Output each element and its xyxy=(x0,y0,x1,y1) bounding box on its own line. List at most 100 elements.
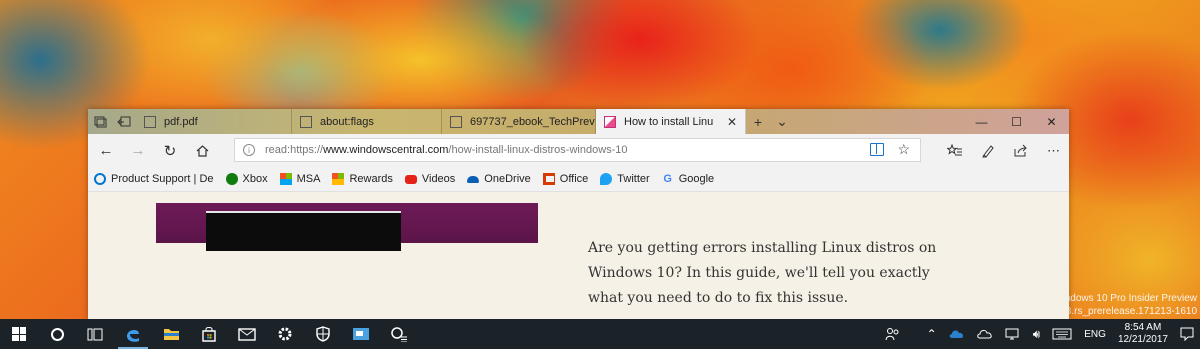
toolbar-right: ⋯ xyxy=(938,134,1069,167)
shield-icon xyxy=(316,326,330,342)
tab-about-flags[interactable]: about:flags xyxy=(292,109,442,134)
taskbar-defender[interactable] xyxy=(304,319,342,349)
show-hidden-icons-chevron-icon[interactable]: ⌃ xyxy=(921,319,943,349)
more-options-icon[interactable]: ⋯ xyxy=(1037,137,1069,165)
tab-label: How to install Linux dist xyxy=(624,115,713,128)
clock[interactable]: 8:54 AM 12/21/2017 xyxy=(1112,319,1174,349)
favorite-google[interactable]: G Google xyxy=(662,173,714,185)
windows-central-icon xyxy=(604,115,616,128)
taskbar-settings[interactable] xyxy=(266,319,304,349)
home-icon[interactable] xyxy=(186,137,218,165)
favorite-label: Product Support | De xyxy=(111,173,214,185)
cloud-tray-icon[interactable] xyxy=(971,319,999,349)
onedrive-tray-icon[interactable] xyxy=(943,319,971,349)
xbox-icon xyxy=(225,173,238,185)
taskbar-remote-app[interactable] xyxy=(342,319,380,349)
favorites-hub-icon[interactable] xyxy=(938,137,971,165)
edge-icon xyxy=(127,330,139,342)
twitter-icon xyxy=(600,173,613,185)
back-arrow-icon[interactable]: ← xyxy=(90,137,122,165)
taskbar-file-explorer[interactable] xyxy=(152,319,190,349)
taskbar-mail[interactable] xyxy=(228,319,266,349)
onedrive-icon xyxy=(467,175,480,183)
clock-time: 8:54 AM xyxy=(1124,322,1162,333)
favorite-onedrive[interactable]: OneDrive xyxy=(467,173,531,185)
page-icon xyxy=(300,115,312,128)
dell-icon xyxy=(94,173,106,185)
cortana-icon xyxy=(50,327,64,341)
url-text: read:https://www.windowscentral.com/how-… xyxy=(265,144,628,156)
article-hero-image xyxy=(156,203,538,251)
info-icon[interactable]: i xyxy=(243,144,255,156)
taskbar-edge[interactable] xyxy=(114,319,152,349)
favorite-label: MSA xyxy=(296,173,321,185)
youtube-icon xyxy=(404,174,417,184)
favorite-xbox[interactable]: Xbox xyxy=(225,173,268,185)
pdf-document-icon xyxy=(450,115,462,128)
taskbar-app-settings[interactable] xyxy=(380,319,418,349)
tab-ebook[interactable]: 697737_ebook_TechPreview xyxy=(442,109,596,134)
tab-active-article[interactable]: How to install Linux dist ✕ xyxy=(596,109,746,134)
reading-view-icon[interactable] xyxy=(870,143,884,156)
task-view-button[interactable] xyxy=(76,319,114,349)
tab-pdf[interactable]: pdf.pdf xyxy=(136,109,292,134)
close-tab-icon[interactable]: ✕ xyxy=(727,115,737,129)
favorite-videos[interactable]: Videos xyxy=(404,173,456,185)
new-tab-icon[interactable]: + xyxy=(746,109,770,134)
favorite-dell[interactable]: Product Support | De xyxy=(94,173,214,185)
cortana-button[interactable] xyxy=(38,319,76,349)
network-icon[interactable] xyxy=(999,319,1027,349)
article-intro-text: Are you getting errors installing Linux … xyxy=(588,240,937,306)
console-window-image xyxy=(206,211,401,251)
google-icon: G xyxy=(663,173,672,185)
tab-bar: pdf.pdf about:flags 697737_ebook_TechPre… xyxy=(88,109,1069,134)
favorite-star-icon[interactable]: ☆ xyxy=(897,141,910,158)
mail-icon xyxy=(238,327,256,341)
favorite-msa[interactable]: MSA xyxy=(279,173,321,185)
people-icon[interactable] xyxy=(879,319,907,349)
store-bag-icon xyxy=(202,327,216,342)
task-view-icon xyxy=(87,328,103,340)
favorite-label: OneDrive xyxy=(484,173,531,185)
favorite-twitter[interactable]: Twitter xyxy=(600,173,650,185)
url-domain: www.windowscentral.com xyxy=(323,144,449,156)
edge-browser-window: pdf.pdf about:flags 697737_ebook_TechPre… xyxy=(88,109,1069,319)
favorite-label: Office xyxy=(559,173,589,185)
gear-icon xyxy=(278,327,292,341)
favorite-rewards[interactable]: Rewards xyxy=(332,173,393,185)
tab-label: 697737_ebook_TechPreview xyxy=(470,115,595,128)
system-tray: ⌃ 🔊︎ ENG 8:54 AM 12/21/2017 xyxy=(879,319,1200,349)
language-indicator[interactable]: ENG xyxy=(1078,319,1112,349)
set-aside-tabs-icon[interactable] xyxy=(88,109,112,134)
app-settings-icon xyxy=(391,327,407,342)
folder-icon xyxy=(163,329,179,340)
share-icon[interactable] xyxy=(1004,137,1037,165)
forward-arrow-icon[interactable]: → xyxy=(122,137,154,165)
windows-logo-icon xyxy=(12,327,26,341)
remote-desktop-icon xyxy=(353,328,369,340)
action-center-icon[interactable] xyxy=(1174,319,1200,349)
start-button[interactable] xyxy=(0,319,38,349)
favorites-bar: Product Support | De Xbox MSA Rewards Vi… xyxy=(88,167,1069,192)
maximize-icon[interactable]: ☐ xyxy=(999,109,1034,134)
close-window-icon[interactable]: ✕ xyxy=(1034,109,1069,134)
url-path: /how-install-linux-distros-windows-10 xyxy=(448,144,628,156)
keyboard-icon[interactable] xyxy=(1046,319,1078,349)
url-prefix: read:https:// xyxy=(265,144,324,156)
favorite-label: Videos xyxy=(421,173,456,185)
favorite-office[interactable]: Office xyxy=(542,173,589,185)
favorite-label: Rewards xyxy=(349,173,393,185)
minimize-icon[interactable]: — xyxy=(964,109,999,134)
restore-tabs-icon[interactable] xyxy=(112,109,136,134)
microsoft-icon xyxy=(332,173,345,185)
web-note-pen-icon[interactable] xyxy=(971,137,1004,165)
volume-icon[interactable]: 🔊︎ xyxy=(1027,319,1047,349)
address-bar[interactable]: i read:https://www.windowscentral.com/ho… xyxy=(234,138,921,162)
tab-preview-chevron-icon[interactable]: ⌄ xyxy=(770,109,794,134)
taskbar-store[interactable] xyxy=(190,319,228,349)
pdf-document-icon xyxy=(144,115,156,128)
navigation-bar: ← → ↻ i read:https://www.windowscentral.… xyxy=(88,134,1069,167)
office-icon xyxy=(542,173,555,185)
refresh-icon[interactable]: ↻ xyxy=(154,137,186,165)
taskbar: ⌃ 🔊︎ ENG 8:54 AM 12/21/2017 xyxy=(0,319,1200,349)
